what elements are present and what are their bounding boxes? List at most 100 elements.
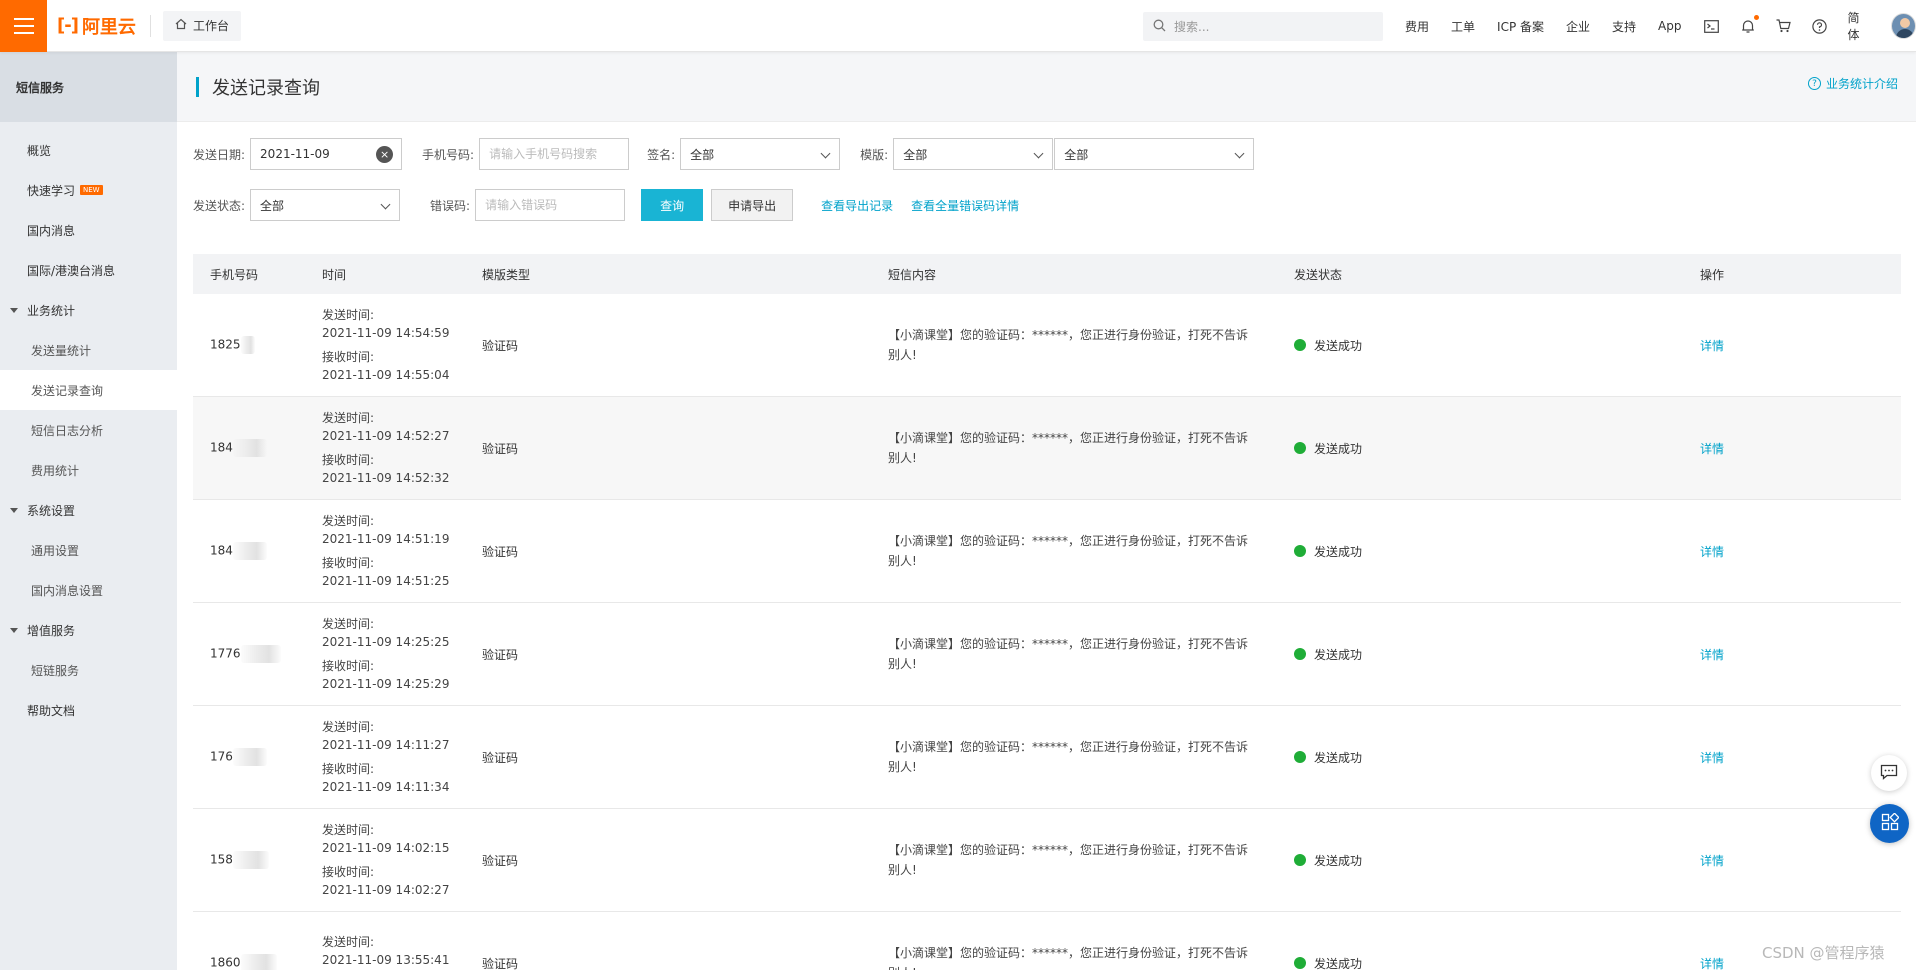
page-title: 发送记录查询 (212, 77, 320, 99)
status-cell: 发送成功 (1294, 955, 1700, 970)
link-tickets[interactable]: 工单 (1451, 18, 1475, 35)
status-text: 发送成功 (1314, 544, 1363, 559)
search-box[interactable] (1143, 12, 1383, 41)
sidebar-item-general-settings[interactable]: 通用设置 (0, 530, 177, 570)
error-code-details-link[interactable]: 查看全量错误码详情 (911, 197, 1019, 214)
receive-time-label: 接收时间: (322, 453, 375, 467)
template-type-cell: 验证码 (482, 647, 519, 662)
apps-button[interactable] (1870, 804, 1909, 843)
phone-label: 手机号码: (422, 147, 475, 162)
sidebar-item-log-analysis[interactable]: 短信日志分析 (0, 410, 177, 450)
phone-number: 184 (210, 440, 233, 455)
error-code-input[interactable] (485, 198, 616, 212)
receive-time-label: 接收时间: (322, 350, 375, 364)
link-app[interactable]: App (1658, 19, 1681, 33)
content-cell: 【小滴课堂】您的验证码：******，您正进行身份验证，打死不告诉别人! (888, 534, 1249, 568)
status-select[interactable]: 全部 (250, 189, 401, 221)
sidebar-item-overview[interactable]: 概览 (0, 130, 177, 170)
header-action: 操作 (1700, 267, 1725, 282)
error-code-label: 错误码: (430, 198, 471, 213)
details-link[interactable]: 详情 (1700, 440, 1901, 457)
receive-time-label: 接收时间: (322, 762, 375, 776)
link-icp[interactable]: ICP 备案 (1497, 18, 1544, 35)
template-type-cell: 验证码 (482, 441, 519, 456)
feedback-chat-button[interactable] (1871, 755, 1907, 791)
table-row: 1860 发送时间: 2021-11-09 13:55:41 接收时间: 验证码… (193, 912, 1901, 970)
request-export-button[interactable]: 申请导出 (711, 189, 794, 221)
phone-cell: 176 (193, 748, 322, 766)
table-row: 1825 发送时间: 2021-11-09 14:54:59 接收时间: 202… (193, 294, 1901, 397)
status-label: 发送状态: (193, 198, 246, 213)
phone-input[interactable] (489, 147, 620, 161)
template-type-cell: 验证码 (482, 853, 519, 868)
chevron-down-icon (820, 148, 831, 159)
search-icon (1153, 19, 1166, 35)
clear-icon[interactable]: × (376, 146, 394, 163)
sign-select[interactable]: 全部 (680, 138, 841, 170)
phone-number: 1825 (210, 337, 241, 352)
cart-icon[interactable] (1776, 18, 1792, 34)
status-text: 发送成功 (1314, 853, 1363, 868)
link-fees[interactable]: 费用 (1405, 18, 1429, 35)
sidebar-item-short-link[interactable]: 短链服务 (0, 650, 177, 690)
sidebar-group-settings[interactable]: 系统设置 (0, 490, 177, 530)
template-label: 模版: (860, 147, 889, 162)
details-link[interactable]: 详情 (1700, 749, 1901, 766)
sidebar-item-send-volume[interactable]: 发送量统计 (0, 330, 177, 370)
sign-label: 签名: (647, 147, 676, 162)
details-link[interactable]: 详情 (1700, 337, 1901, 354)
table-row: 1776 发送时间: 2021-11-09 14:25:25 接收时间: 202… (193, 603, 1901, 706)
details-link[interactable]: 详情 (1700, 646, 1901, 663)
menu-icon (13, 17, 34, 34)
template-type-cell: 验证码 (482, 544, 519, 559)
sidebar-item-help-docs[interactable]: 帮助文档 (0, 690, 177, 730)
send-time-label: 发送时间: (322, 823, 375, 837)
terminal-icon[interactable] (1704, 18, 1720, 34)
filter-row-2: 发送状态: 全部 错误码: 查询 申请导出 查看导出记录 查看全量错误码详情 (193, 189, 1019, 221)
error-code-input-wrap (475, 189, 626, 221)
sidebar-item-domestic-settings[interactable]: 国内消息设置 (0, 570, 177, 610)
query-button[interactable]: 查询 (641, 189, 704, 221)
phone-number: 158 (210, 852, 233, 867)
link-enterprise[interactable]: 企业 (1566, 18, 1590, 35)
notification-dot (1753, 15, 1759, 20)
sidebar-item-label: 短链服务 (31, 663, 80, 678)
sidebar-item-quick-learn[interactable]: 快速学习 NEW (0, 170, 177, 210)
sidebar-item-label: 发送量统计 (31, 343, 92, 358)
link-support[interactable]: 支持 (1612, 18, 1636, 35)
template-type-select[interactable]: 全部 (893, 138, 1054, 170)
sidebar-item-label: 快速学习 (27, 183, 76, 198)
sidebar-item-label: 增值服务 (27, 623, 76, 638)
chevron-down-icon (1033, 148, 1044, 159)
details-link[interactable]: 详情 (1700, 852, 1901, 869)
header-phone: 手机号码 (210, 267, 259, 282)
receive-time-label: 接收时间: (322, 556, 375, 570)
workbench-button[interactable]: 工作台 (162, 10, 241, 41)
phone-mask (240, 645, 281, 663)
table-row: 184 发送时间: 2021-11-09 14:52:27 接收时间: 2021… (193, 397, 1901, 500)
export-records-link[interactable]: 查看导出记录 (821, 197, 893, 214)
sidebar-item-send-records[interactable]: 发送记录查询 (0, 370, 177, 410)
language-switch[interactable]: 简体 (1848, 9, 1871, 43)
sidebar-item-cost-stats[interactable]: 费用统计 (0, 450, 177, 490)
sidebar-group-value-added[interactable]: 增值服务 (0, 610, 177, 650)
header-time: 时间 (322, 267, 347, 282)
template-select[interactable]: 全部 (1054, 138, 1255, 170)
sidebar-item-international[interactable]: 国际/港澳台消息 (0, 250, 177, 290)
user-avatar[interactable] (1890, 13, 1916, 39)
sidebar-item-label: 国内消息设置 (31, 583, 104, 598)
bell-icon[interactable] (1740, 15, 1759, 34)
aliyun-logo[interactable]: [-] 阿里云 (57, 0, 136, 52)
date-picker[interactable]: 2021-11-09 × (250, 138, 403, 170)
apps-grid-icon (1881, 812, 1900, 834)
title-accent-bar (196, 76, 199, 97)
sidebar-group-statistics[interactable]: 业务统计 (0, 290, 177, 330)
search-input[interactable] (1174, 19, 1364, 34)
stats-intro-link[interactable]: ? 业务统计介绍 (1807, 75, 1898, 92)
help-circle-icon[interactable] (1812, 18, 1828, 34)
sidebar-item-domestic[interactable]: 国内消息 (0, 210, 177, 250)
status-text: 发送成功 (1314, 750, 1363, 765)
details-link[interactable]: 详情 (1700, 543, 1901, 560)
divider (149, 14, 151, 37)
hamburger-menu-button[interactable] (0, 0, 47, 52)
